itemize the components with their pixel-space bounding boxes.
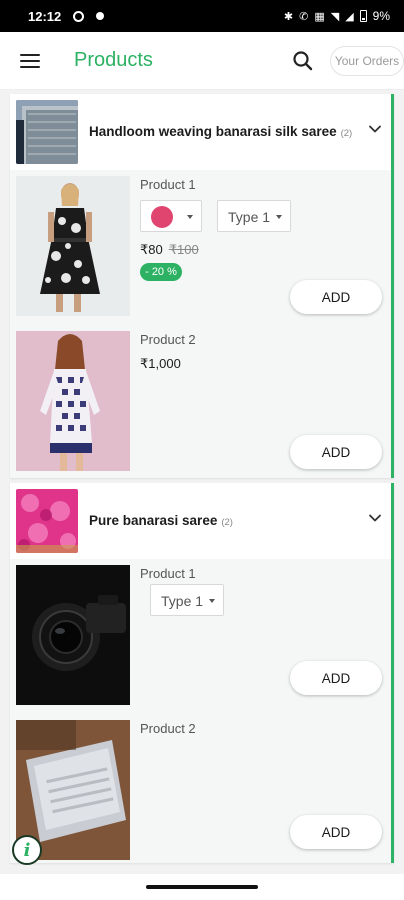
product-card: Product 1 Type 1 ₹80 ₹100 - 20 % ADD — [10, 170, 391, 320]
product-name: Product 1 — [140, 177, 196, 192]
home-gesture-handle[interactable] — [146, 885, 258, 889]
caret-down-icon — [209, 599, 215, 603]
type-select-value: Type 1 — [161, 593, 204, 609]
your-orders-button[interactable]: Your Orders — [330, 46, 404, 76]
product-sale-price: ₹80 — [140, 242, 163, 257]
app-notification-icon — [73, 10, 85, 22]
call-icon: ✆ — [299, 10, 309, 23]
add-button[interactable]: ADD — [290, 661, 382, 695]
product-card: Product 1 Type 1 ADD — [10, 559, 391, 709]
category-products: Product 1 Type 1 ADD Product 2 ADD — [10, 559, 391, 863]
app-bar: Products Your Orders — [0, 32, 404, 90]
category-thumbnail — [16, 100, 78, 164]
caret-down-icon — [187, 215, 193, 219]
category-title-text: Handloom weaving banarasi silk saree — [89, 124, 337, 139]
category-card: Handloom weaving banarasi silk saree(2) — [10, 94, 394, 478]
product-name: Product 1 — [140, 566, 196, 581]
category-thumbnail — [16, 489, 78, 553]
product-mrp: ₹100 — [168, 242, 199, 257]
status-bar: 12:12 ✱ ✆ ▦ ◥ ◢ 9% — [0, 0, 404, 32]
search-button[interactable] — [290, 48, 316, 74]
page-title: Products — [74, 49, 153, 71]
product-image[interactable] — [16, 565, 130, 705]
add-button[interactable]: ADD — [290, 435, 382, 469]
color-swatch — [151, 206, 173, 228]
battery-percent: 9% — [372, 9, 390, 23]
notification-dot-icon — [96, 12, 105, 20]
signal-icon: ◢ — [345, 10, 354, 23]
product-image[interactable] — [16, 176, 130, 316]
battery-icon — [359, 10, 367, 22]
category-title: Pure banarasi saree (2) — [89, 513, 233, 528]
category-header[interactable]: Pure banarasi saree (2) — [10, 483, 391, 559]
info-button[interactable]: i — [12, 835, 42, 865]
discount-badge: - 20 % — [140, 263, 182, 281]
product-price: ₹1,000 — [140, 356, 181, 371]
status-time: 12:12 — [28, 8, 62, 24]
type-select-value: Type 1 — [228, 209, 271, 225]
category-count: (2) — [340, 128, 353, 139]
category-title: Handloom weaving banarasi silk saree (2) — [89, 124, 352, 139]
category-card: Pure banarasi saree (2) Product 1 Type 1… — [10, 483, 394, 863]
hamburger-icon — [20, 53, 40, 68]
vibrate-icon: ▦ — [314, 10, 325, 23]
chevron-down-icon[interactable] — [368, 511, 382, 525]
product-name: Product 2 — [140, 721, 196, 736]
category-header[interactable]: Handloom weaving banarasi silk saree (2) — [10, 94, 391, 170]
product-list: Handloom weaving banarasi silk saree(2) — [0, 90, 404, 900]
category-count: (2) — [221, 517, 233, 528]
color-select[interactable] — [140, 200, 202, 232]
search-icon — [293, 51, 313, 71]
menu-button[interactable] — [0, 32, 60, 90]
type-select[interactable]: Type 1 — [217, 200, 291, 232]
product-image[interactable] — [16, 331, 130, 471]
type-select[interactable]: Type 1 — [150, 584, 224, 616]
bluetooth-icon: ✱ — [283, 10, 294, 23]
chevron-down-icon[interactable] — [368, 122, 382, 136]
product-name: Product 2 — [140, 332, 196, 347]
add-button[interactable]: ADD — [290, 280, 382, 314]
product-card: Product 2 ₹1,000 ADD — [10, 325, 391, 475]
category-title-text: Pure banarasi saree — [89, 513, 218, 528]
category-products: Product 1 Type 1 ₹80 ₹100 - 20 % ADD Pro… — [10, 170, 391, 478]
caret-down-icon — [276, 215, 282, 219]
wifi-icon: ◥ — [330, 10, 340, 23]
product-card: Product 2 ADD — [10, 714, 391, 864]
navigation-bar — [0, 874, 404, 900]
product-price: ₹80 ₹100 — [140, 242, 199, 258]
add-button[interactable]: ADD — [290, 815, 382, 849]
